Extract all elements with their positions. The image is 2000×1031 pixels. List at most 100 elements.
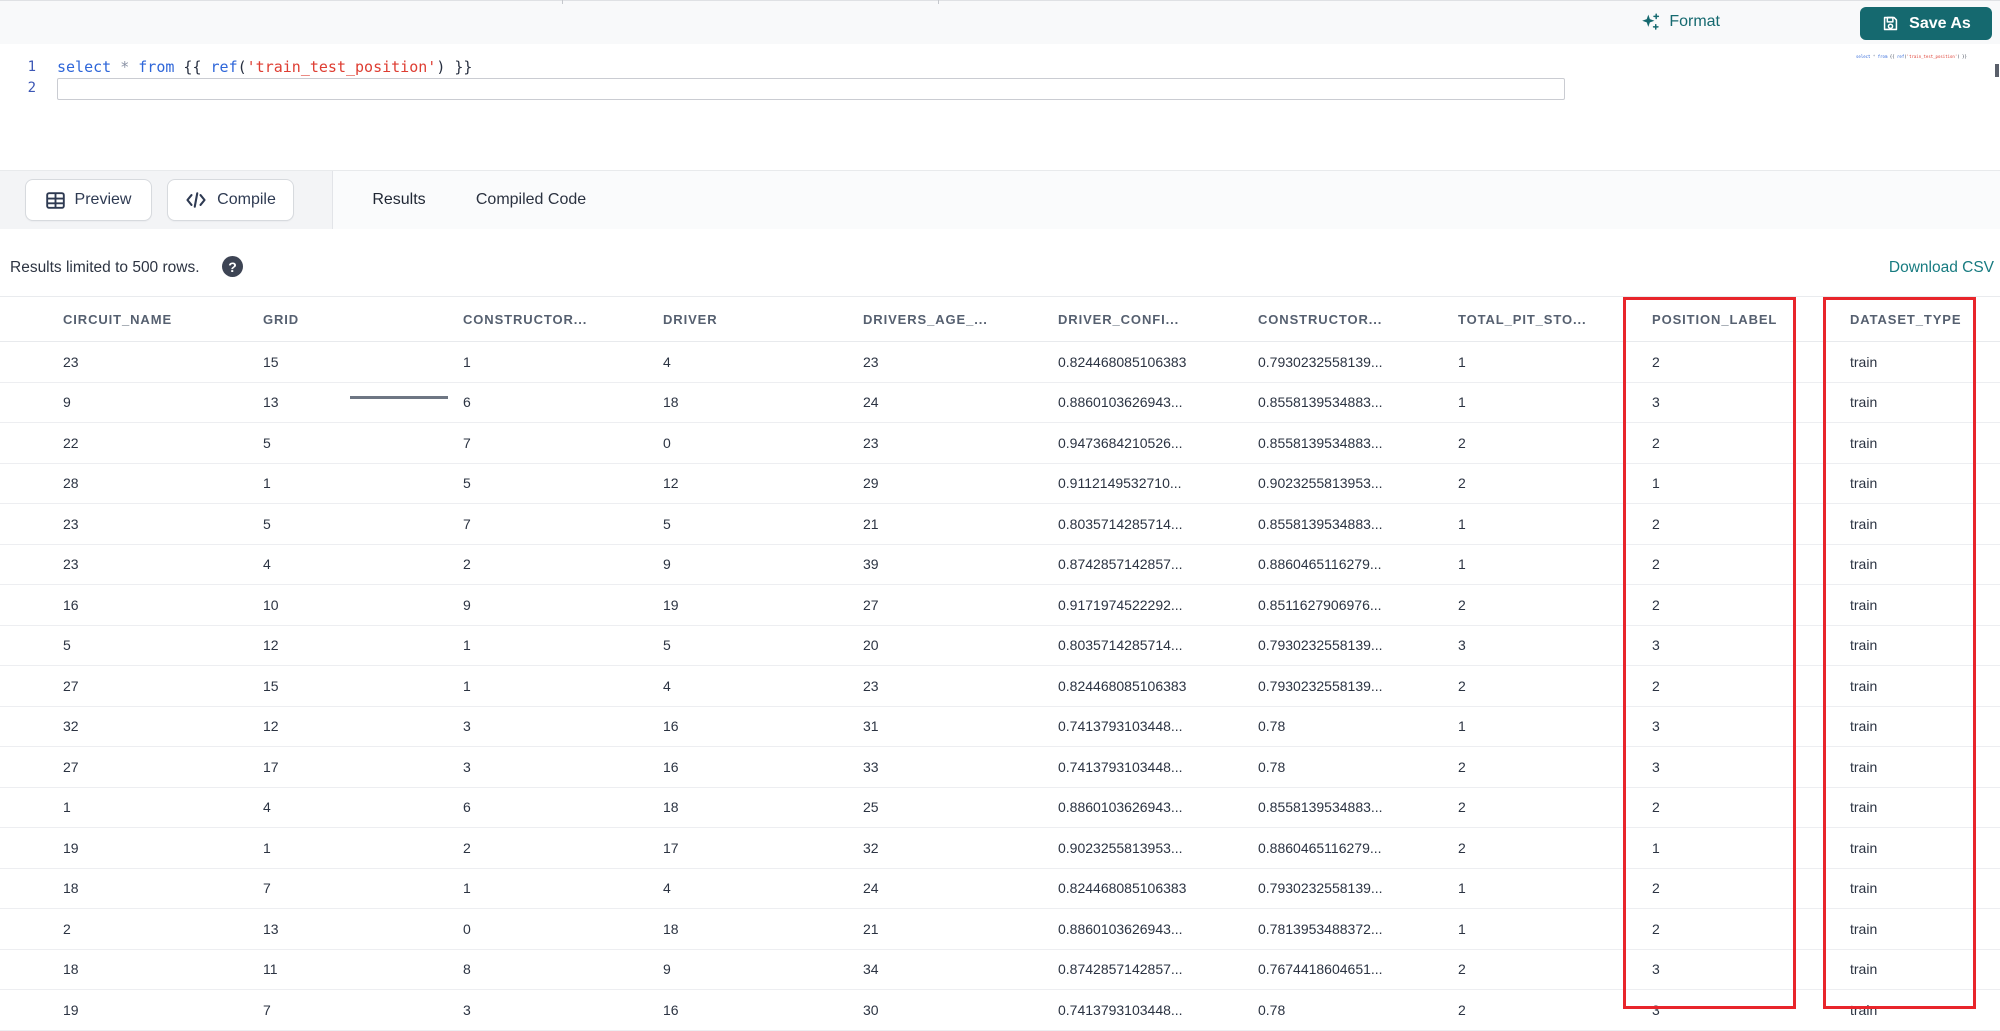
table-cell: 15 xyxy=(200,341,400,383)
column-header-drivers-age: DRIVERS_AGE_... xyxy=(800,296,995,342)
table-cell: 18 xyxy=(600,908,800,950)
table-cell: 7 xyxy=(400,422,600,464)
table-cell: 0.7930232558139... xyxy=(1195,341,1395,383)
table-cell: 0.8511627906976... xyxy=(1195,584,1395,626)
save-as-label: Save As xyxy=(1909,14,1971,32)
help-glyph: ? xyxy=(228,258,237,275)
table-cell: 5 xyxy=(200,503,400,545)
column-header-circuit-name: CIRCUIT_NAME xyxy=(0,296,200,342)
table-cell: 3 xyxy=(1589,706,1787,747)
table-cell: 12 xyxy=(600,463,800,504)
compile-button[interactable]: Compile xyxy=(167,179,294,221)
table-cell: 0.8860103626943... xyxy=(995,382,1195,423)
table-row: 23 15 1 4 23 0.824468085106383 0.7930232558139… xyxy=(0,341,2000,383)
tab-compiled-code[interactable]: Compiled Code xyxy=(466,171,596,229)
format-label: Format xyxy=(1669,13,1720,30)
code-line-1: select * from {{ ref('train_test_positio… xyxy=(57,58,473,76)
table-cell: train xyxy=(1787,544,2000,585)
tab-results[interactable]: Results xyxy=(350,171,448,229)
table-cell: train xyxy=(1787,949,2000,990)
table-cell: 1 xyxy=(1395,341,1589,383)
table-cell: 5 xyxy=(200,422,400,464)
table-row: 22 5 7 0 23 0.9473684210526... 0.8558139534883… xyxy=(0,422,2000,464)
table-cell: train xyxy=(1787,908,2000,950)
table-row: 19 7 3 16 30 0.7413793103448... 0.78 2 3 train xyxy=(0,989,2000,1031)
save-icon xyxy=(1881,14,1900,33)
table-cell: 4 xyxy=(600,665,800,707)
code-icon xyxy=(185,191,207,209)
minimap-scrollbar-thumb[interactable] xyxy=(1995,64,1999,77)
table-cell: 3 xyxy=(400,706,600,747)
table-cell: 27 xyxy=(800,584,995,626)
table-cell: 9 xyxy=(600,949,800,990)
table-cell: 3 xyxy=(400,989,600,1031)
column-header-constructor: CONSTRUCTOR... xyxy=(1195,296,1395,342)
table-cell: 9 xyxy=(0,382,200,423)
table-cell: 1 xyxy=(1395,382,1589,423)
table-cell: train xyxy=(1787,827,2000,869)
table-cell: 32 xyxy=(0,706,200,747)
table-row: 18 7 1 4 24 0.824468085106383 0.7930232558139.… xyxy=(0,868,2000,909)
table-cell: train xyxy=(1787,341,2000,383)
table-cell: 39 xyxy=(800,544,995,585)
download-csv-link[interactable]: Download CSV xyxy=(1889,259,1994,277)
table-cell: 17 xyxy=(200,746,400,788)
table-cell: 9 xyxy=(400,584,600,626)
table-cell: 24 xyxy=(800,382,995,423)
table-cell: 12 xyxy=(200,625,400,666)
editor-minimap[interactable]: select * from {{ ref('train_test_positio… xyxy=(1856,54,1994,64)
table-cell: 0.9112149532710... xyxy=(995,463,1195,504)
table-cell: train xyxy=(1787,584,2000,626)
top-border xyxy=(0,0,2000,1)
table-cell: 31 xyxy=(800,706,995,747)
save-as-button[interactable]: Save As xyxy=(1860,7,1992,40)
table-cell: 7 xyxy=(400,503,600,545)
table-cell: 1 xyxy=(400,341,600,383)
table-cell: 23 xyxy=(0,341,200,383)
table-cell: 4 xyxy=(200,787,400,828)
table-cell: 13 xyxy=(200,382,400,423)
table-cell: 0.9171974522292... xyxy=(995,584,1195,626)
table-cell: 8 xyxy=(400,949,600,990)
table-cell: 1 xyxy=(1395,908,1589,950)
table-cell: 23 xyxy=(800,665,995,707)
file-tab-separator xyxy=(938,0,939,4)
table-cell: 25 xyxy=(800,787,995,828)
table-cell: 3 xyxy=(1589,382,1787,423)
table-cell: 0.7930232558139... xyxy=(1195,665,1395,707)
table-cell: 0.9473684210526... xyxy=(995,422,1195,464)
table-row: 27 15 1 4 23 0.824468085106383 0.7930232558139… xyxy=(0,665,2000,707)
table-cell: 5 xyxy=(0,625,200,666)
table-cell: 0.78 xyxy=(1195,706,1395,747)
table-cell: 23 xyxy=(800,341,995,383)
table-cell: 28 xyxy=(0,463,200,504)
dbt-ide-preview-pane: Format Save As 1 2 select * from {{ ref(… xyxy=(0,0,2000,1031)
help-icon[interactable]: ? xyxy=(222,256,243,277)
format-button[interactable]: Format xyxy=(1640,6,1720,38)
table-cell: train xyxy=(1787,746,2000,788)
table-cell: 2 xyxy=(1395,665,1589,707)
table-cell: 34 xyxy=(800,949,995,990)
table-cell: 2 xyxy=(1395,463,1589,504)
table-cell: 0.78 xyxy=(1195,746,1395,788)
results-table-head: CIRCUIT_NAME GRID CONSTRUCTOR... DRIVER DRIV… xyxy=(0,296,2000,342)
table-cell: 2 xyxy=(1395,989,1589,1031)
table-cell: train xyxy=(1787,665,2000,707)
table-cell: 0.9023255813953... xyxy=(1195,463,1395,504)
table-cell: 4 xyxy=(200,544,400,585)
table-cell: 0.7413793103448... xyxy=(995,989,1195,1031)
table-cell: 24 xyxy=(800,868,995,909)
table-cell: 18 xyxy=(600,787,800,828)
table-cell: 5 xyxy=(400,463,600,504)
table-row: 27 17 3 16 33 0.7413793103448... 0.78 2 3 train xyxy=(0,746,2000,788)
preview-button[interactable]: Preview xyxy=(25,179,152,221)
code-editor[interactable]: 1 2 select * from {{ ref('train_test_pos… xyxy=(0,44,2000,170)
table-cell: 27 xyxy=(0,665,200,707)
results-action-bar: Preview Compile Results Compiled Code xyxy=(0,170,2000,399)
table-cell: train xyxy=(1787,625,2000,666)
results-table-area: CIRCUIT_NAME GRID CONSTRUCTOR... DRIVER DRIV… xyxy=(0,296,2000,1031)
table-cell: 16 xyxy=(0,584,200,626)
results-table: CIRCUIT_NAME GRID CONSTRUCTOR... DRIVER DRIV… xyxy=(0,296,2000,1031)
table-cell: 2 xyxy=(1395,746,1589,788)
table-cell: 2 xyxy=(1395,949,1589,990)
